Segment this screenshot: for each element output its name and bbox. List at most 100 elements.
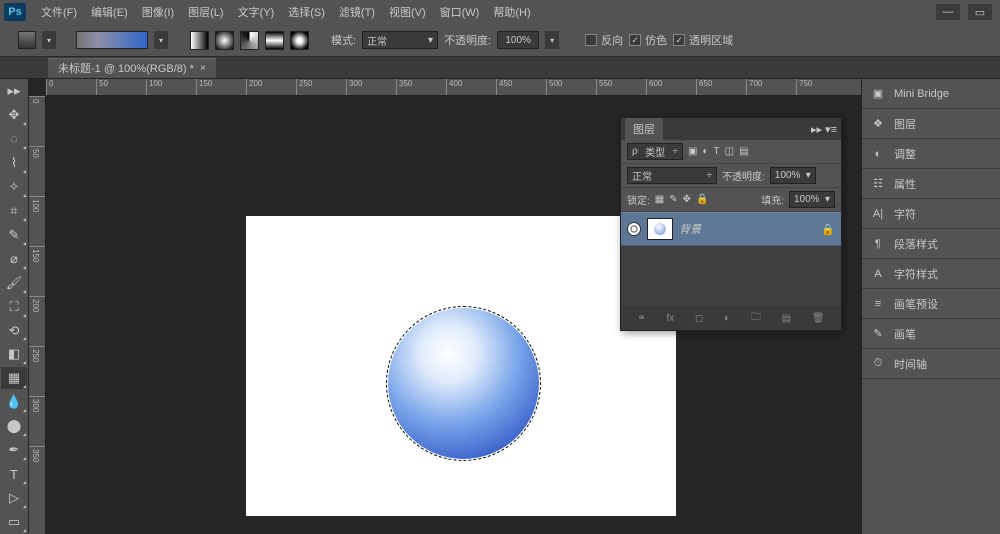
- brush-icon: ✎: [870, 327, 886, 341]
- ruler-horizontal[interactable]: 0 50 100 150 200 250 300 350 400 450 500…: [46, 79, 861, 96]
- panel-timeline[interactable]: ⏱时间轴: [862, 349, 1000, 379]
- magic-wand-tool[interactable]: ✧: [1, 176, 27, 198]
- history-brush-tool[interactable]: ⟲: [1, 320, 27, 342]
- panel-adjustments[interactable]: ◐调整: [862, 139, 1000, 169]
- link-layers-icon[interactable]: ⚭: [637, 313, 645, 324]
- delete-layer-icon[interactable]: 🗑: [812, 313, 825, 324]
- transparency-checkbox[interactable]: ✓透明区域: [673, 32, 733, 48]
- document-tab[interactable]: 未标题-1 @ 100%(RGB/8) * ×: [48, 58, 216, 78]
- gradient-picker-dropdown[interactable]: ▾: [154, 31, 168, 49]
- document-canvas[interactable]: [246, 216, 676, 516]
- window-minimize-button[interactable]: —: [936, 4, 960, 20]
- layer-group-icon[interactable]: 🗀: [751, 310, 761, 327]
- menu-help[interactable]: 帮助(H): [486, 1, 537, 23]
- lock-image-icon[interactable]: ✎: [669, 194, 677, 205]
- blend-mode-dropdown[interactable]: 正常▾: [362, 31, 438, 49]
- brush-presets-icon: ≡: [870, 297, 886, 311]
- dodge-tool[interactable]: ⬤: [1, 415, 27, 437]
- layer-mask-icon[interactable]: ◻: [695, 313, 703, 324]
- adjustment-layer-icon[interactable]: ◐: [724, 313, 730, 324]
- panel-mini-bridge[interactable]: ▣ Mini Bridge: [862, 79, 1000, 109]
- panel-layers[interactable]: ❖图层: [862, 109, 1000, 139]
- panel-menu-icon[interactable]: ▸▸ ▾≡: [811, 123, 837, 136]
- menu-image[interactable]: 图像(I): [135, 1, 181, 23]
- path-selection-tool[interactable]: ▷: [1, 487, 27, 509]
- linear-gradient-icon[interactable]: [190, 31, 209, 50]
- dither-checkbox[interactable]: ✓仿色: [629, 32, 667, 48]
- panel-paragraph-styles[interactable]: ¶段落样式: [862, 229, 1000, 259]
- layers-panel[interactable]: 图层 ▸▸ ▾≡ ρ类型÷ ▣ ◐ T ◫ ▤ 正常÷ 不透明度: 100%▾ …: [620, 117, 842, 331]
- visibility-eye-icon[interactable]: [627, 222, 641, 236]
- crop-tool[interactable]: ⌗: [1, 200, 27, 222]
- lasso-tool[interactable]: ⌇: [1, 152, 27, 174]
- brush-tool[interactable]: 🖌: [1, 272, 27, 294]
- filter-shape-icon[interactable]: ◫: [725, 146, 734, 157]
- filter-smart-icon[interactable]: ▤: [739, 146, 748, 157]
- angle-gradient-icon[interactable]: [240, 31, 259, 50]
- eyedropper-tool[interactable]: ✎: [1, 224, 27, 246]
- marquee-selection: [386, 306, 541, 461]
- panel-properties[interactable]: ☷属性: [862, 169, 1000, 199]
- layer-opacity-input[interactable]: 100%▾: [770, 167, 816, 184]
- ruler-mark: 350: [29, 446, 45, 496]
- eraser-tool[interactable]: ◧: [1, 343, 27, 365]
- options-bar: ▾ ▾ 模式: 正常▾ 不透明度: 100% ▾ 反向 ✓仿色 ✓透明区域: [0, 24, 1000, 57]
- lock-all-icon[interactable]: 🔒: [696, 194, 708, 205]
- healing-brush-tool[interactable]: ⌀: [1, 248, 27, 270]
- toolbox: ▸▸ ✥ ◌ ⌇ ✧ ⌗ ✎ ⌀ 🖌 ⛶ ⟲ ◧ ▦ 💧 ⬤ ✒ T ▷ ▭: [0, 79, 29, 534]
- pen-tool[interactable]: ✒: [1, 439, 27, 461]
- menu-view[interactable]: 视图(V): [382, 1, 433, 23]
- menu-edit[interactable]: 编辑(E): [84, 1, 135, 23]
- layer-thumbnail[interactable]: [647, 218, 673, 240]
- timeline-icon: ⏱: [870, 357, 886, 371]
- panel-character[interactable]: A|字符: [862, 199, 1000, 229]
- panel-brush-presets[interactable]: ≡ 画笔预设: [862, 289, 1000, 319]
- filter-pixel-icon[interactable]: ▣: [688, 146, 697, 157]
- reflected-gradient-icon[interactable]: [265, 31, 284, 50]
- move-tool[interactable]: ✥: [1, 104, 27, 126]
- filter-type-icon[interactable]: T: [714, 146, 720, 157]
- menu-layer[interactable]: 图层(L): [181, 1, 230, 23]
- blur-tool[interactable]: 💧: [1, 391, 27, 413]
- menu-filter[interactable]: 滤镜(T): [332, 1, 382, 23]
- layer-blend-dropdown[interactable]: 正常÷: [627, 167, 717, 184]
- gradient-preview[interactable]: [76, 31, 148, 49]
- diamond-gradient-icon[interactable]: [290, 31, 309, 50]
- layers-tab[interactable]: 图层: [625, 118, 663, 140]
- new-layer-icon[interactable]: ▤: [782, 313, 791, 324]
- transparency-label: 透明区域: [689, 32, 733, 48]
- tool-preset-dropdown[interactable]: ▾: [42, 31, 56, 49]
- lock-transparent-icon[interactable]: ▦: [655, 194, 664, 205]
- layer-fill-input[interactable]: 100%▾: [789, 191, 835, 208]
- menu-window[interactable]: 窗口(W): [433, 1, 487, 23]
- menu-type[interactable]: 文字(Y): [231, 1, 282, 23]
- panel-label: 画笔预设: [894, 296, 938, 312]
- panel-label: Mini Bridge: [894, 88, 949, 100]
- close-tab-icon[interactable]: ×: [200, 63, 206, 74]
- gradient-tool[interactable]: ▦: [1, 367, 27, 389]
- layer-row-background[interactable]: 背景 🔒: [621, 212, 841, 246]
- opacity-input[interactable]: 100%: [497, 31, 539, 49]
- layers-empty-area[interactable]: [621, 246, 841, 306]
- type-tool[interactable]: T: [1, 463, 27, 485]
- lock-position-icon[interactable]: ✥: [683, 194, 691, 205]
- reverse-checkbox[interactable]: 反向: [585, 32, 623, 48]
- opacity-dropdown[interactable]: ▾: [545, 31, 559, 49]
- filter-adjust-icon[interactable]: ◐: [702, 146, 708, 157]
- clone-stamp-tool[interactable]: ⛶: [1, 296, 27, 318]
- panel-character-styles[interactable]: A字符样式: [862, 259, 1000, 289]
- panel-brushes[interactable]: ✎画笔: [862, 319, 1000, 349]
- menu-select[interactable]: 选择(S): [281, 1, 332, 23]
- image-icon: ▣: [870, 87, 886, 101]
- filter-kind-dropdown[interactable]: ρ类型÷: [627, 143, 683, 160]
- marquee-tool[interactable]: ◌: [1, 128, 27, 150]
- tool-preset-icon[interactable]: [18, 31, 36, 49]
- layer-fill-value: 100%: [794, 194, 820, 205]
- layer-fx-icon[interactable]: fx: [667, 313, 675, 324]
- expand-toolbox-icon[interactable]: ▸▸: [1, 80, 27, 102]
- shape-tool[interactable]: ▭: [1, 511, 27, 533]
- radial-gradient-icon[interactable]: [215, 31, 234, 50]
- ruler-vertical[interactable]: 0 50 100 150 200 250 300 350: [29, 96, 46, 534]
- window-maximize-button[interactable]: ▭: [968, 4, 992, 20]
- menu-file[interactable]: 文件(F): [34, 1, 84, 23]
